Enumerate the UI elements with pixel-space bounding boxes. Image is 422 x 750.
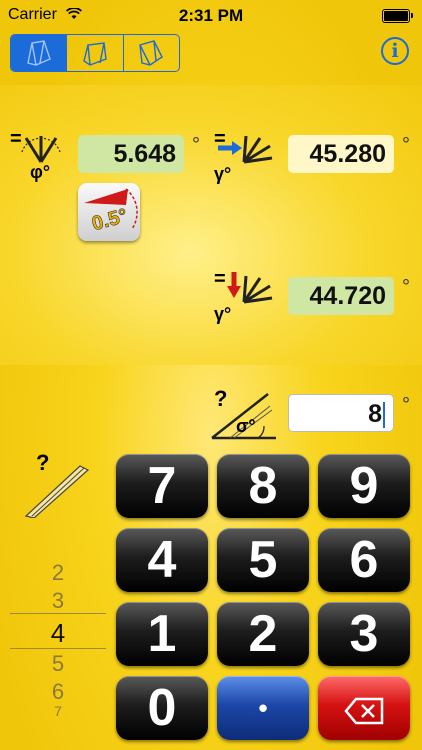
picker-item[interactable]: 7 xyxy=(10,703,106,719)
key-6[interactable]: 6 xyxy=(318,528,410,592)
gamma-bottom-input[interactable]: 44.720 xyxy=(288,277,394,315)
sigma-input[interactable]: 8 xyxy=(288,394,394,432)
gamma-top-unit: ° xyxy=(402,134,410,156)
gamma-top-input[interactable]: 45.280 xyxy=(288,135,394,173)
precision-button[interactable]: 0.5° xyxy=(78,183,140,241)
backspace-button[interactable] xyxy=(318,676,410,740)
picker-item[interactable]: 6 xyxy=(10,679,106,705)
key-2[interactable]: 2 xyxy=(217,602,309,666)
sigma-label: ? σ° xyxy=(210,386,278,442)
phi-input[interactable]: 5.648 xyxy=(78,135,184,173)
key-8[interactable]: 8 xyxy=(217,454,309,518)
decimal-point-button[interactable]: • xyxy=(217,676,309,740)
phi-unit: ° xyxy=(192,134,200,156)
horizontal-cut-icon xyxy=(218,135,273,164)
picker-divider xyxy=(10,648,106,649)
sigma-value: 8 xyxy=(368,400,382,428)
phi-label: = φ° xyxy=(8,128,68,183)
gamma-bottom-unit: ° xyxy=(402,276,410,298)
picker-divider xyxy=(10,613,106,614)
picker-item-selected[interactable]: 4 xyxy=(10,618,106,649)
sigma-symbol: σ° xyxy=(236,416,256,436)
mode-corner-3[interactable] xyxy=(124,35,179,71)
mode-corner-1[interactable] xyxy=(11,35,68,71)
sigma-unit: ° xyxy=(402,394,410,416)
key-7[interactable]: 7 xyxy=(116,454,208,518)
moulding-label: ? xyxy=(22,450,94,520)
number-picker[interactable]: 2 3 4 5 6 7 xyxy=(10,560,106,720)
key-4[interactable]: 4 xyxy=(116,528,208,592)
picker-item[interactable]: 3 xyxy=(10,588,106,614)
key-9[interactable]: 9 xyxy=(318,454,410,518)
key-3[interactable]: 3 xyxy=(318,602,410,666)
corner-view-3-icon xyxy=(139,40,164,66)
gamma-bottom-label: = γ° xyxy=(210,268,276,328)
picker-item[interactable]: 2 xyxy=(10,560,106,586)
vertical-cut-icon xyxy=(227,272,273,304)
battery-icon xyxy=(382,9,413,23)
phi-symbol: φ° xyxy=(30,162,51,182)
gamma-bottom-symbol: γ° xyxy=(214,304,232,324)
key-1[interactable]: 1 xyxy=(116,602,208,666)
gamma-top-symbol: γ° xyxy=(214,164,232,184)
crown-moulding-icon xyxy=(24,465,90,518)
backspace-icon xyxy=(344,697,384,725)
picker-item[interactable]: 5 xyxy=(10,651,106,677)
gamma-top-label: = γ° xyxy=(210,128,276,188)
status-bar: Carrier 2:31 PM xyxy=(0,0,422,30)
key-5[interactable]: 5 xyxy=(217,528,309,592)
corner-view-1-icon xyxy=(26,40,51,66)
clock: 2:31 PM xyxy=(178,6,244,25)
mode-segmented-control[interactable] xyxy=(10,34,180,72)
corner-view-2-icon xyxy=(83,42,107,66)
mode-corner-2[interactable] xyxy=(67,35,124,71)
key-0[interactable]: 0 xyxy=(116,676,208,740)
info-button[interactable]: i xyxy=(381,37,409,65)
text-cursor xyxy=(383,402,385,429)
miter-angle-icon xyxy=(21,136,61,163)
